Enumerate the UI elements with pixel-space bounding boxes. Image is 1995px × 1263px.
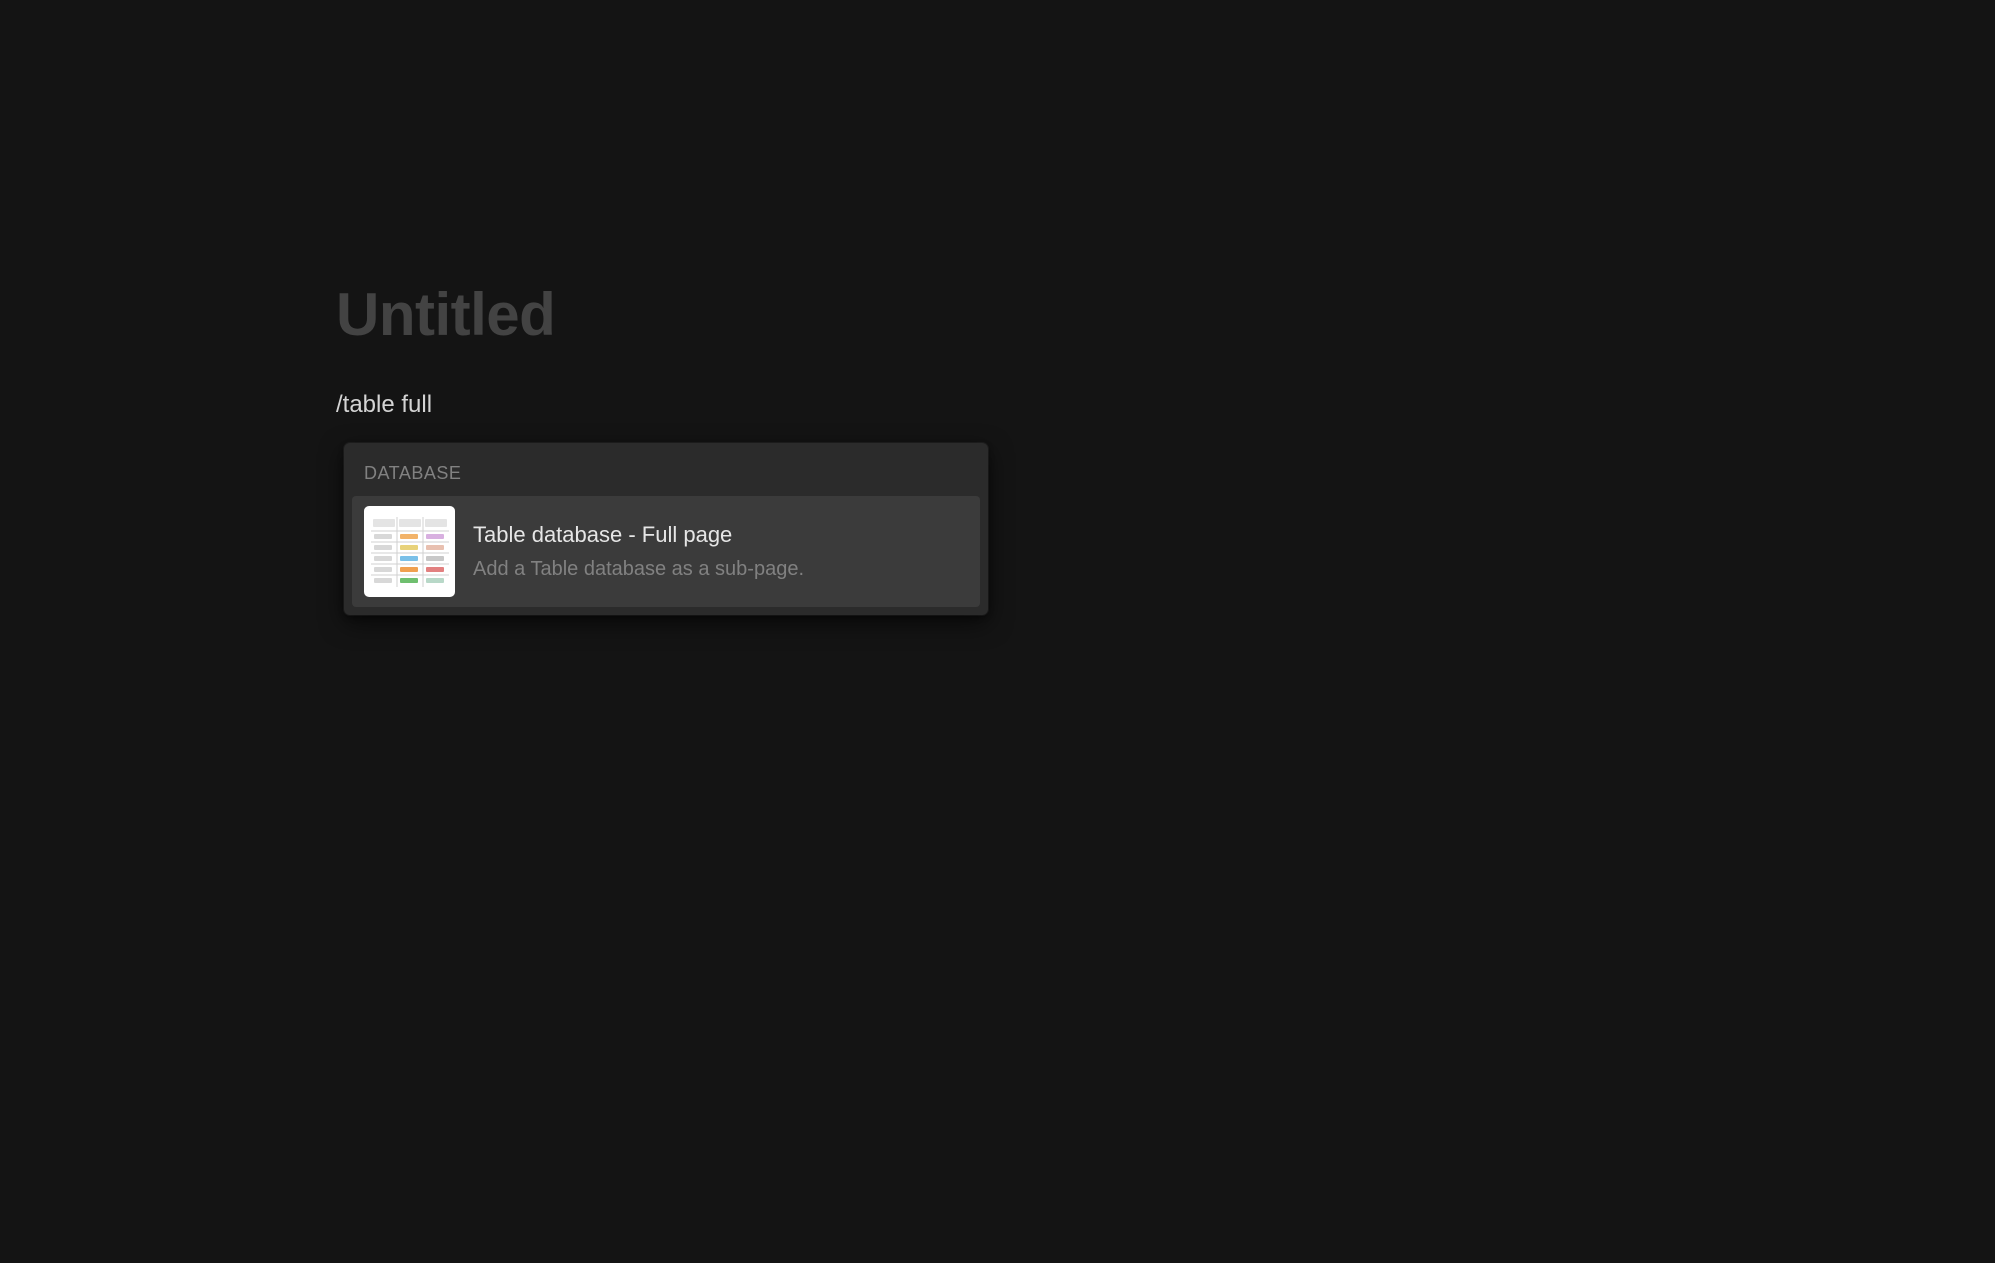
popup-section-heading: DATABASE bbox=[352, 451, 980, 496]
slash-command-popup: DATABASE bbox=[344, 443, 988, 615]
menu-item-title: Table database - Full page bbox=[473, 520, 968, 551]
page-title[interactable]: Untitled bbox=[336, 280, 1995, 349]
menu-item-description: Add a Table database as a sub-page. bbox=[473, 555, 968, 583]
page-container: Untitled /table full DATABASE bbox=[0, 0, 1995, 1263]
menu-item-table-database-full-page[interactable]: Table database - Full page Add a Table d… bbox=[352, 496, 980, 607]
command-input[interactable]: /table full bbox=[336, 387, 1995, 423]
table-database-icon bbox=[364, 506, 455, 597]
menu-item-text-group: Table database - Full page Add a Table d… bbox=[473, 520, 968, 583]
